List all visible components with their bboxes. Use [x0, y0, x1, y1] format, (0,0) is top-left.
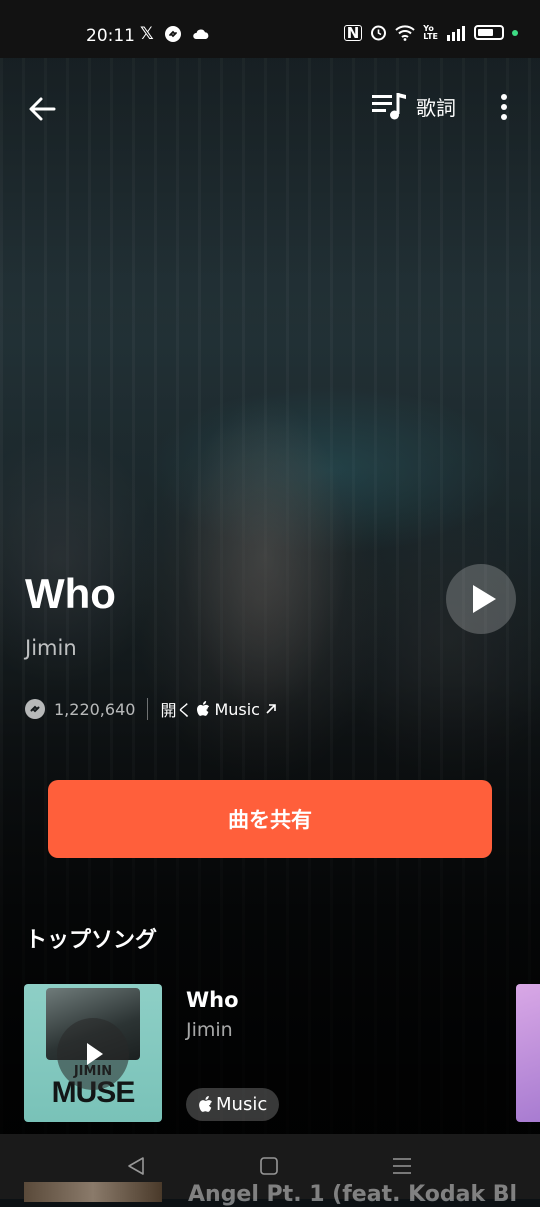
more-options-icon[interactable]	[492, 92, 516, 124]
apple-music-label: Music	[214, 699, 260, 719]
nfc-icon: N	[343, 24, 363, 41]
top-song-title[interactable]: Who	[186, 988, 239, 1012]
open-label: 開く	[160, 701, 193, 720]
top-songs-heading: トップソング	[25, 928, 158, 953]
status-bar: 20:11 𝕏 N Yo LTE	[0, 0, 540, 58]
lyrics-icon	[372, 93, 406, 120]
next-song-card[interactable]	[516, 984, 540, 1122]
song-title: Who	[25, 570, 116, 617]
open-in-apple-music-link[interactable]: 開く Music	[160, 697, 278, 721]
system-nav-bar: Angel Pt. 1 (feat. Kodak Bl	[0, 1134, 540, 1207]
meta-divider	[147, 698, 149, 720]
shazam-count: 1,220,640	[54, 699, 136, 719]
lyrics-button[interactable]: 歌詞	[370, 90, 456, 122]
album-play-button[interactable]	[57, 1018, 129, 1090]
signal-icon	[447, 25, 465, 41]
play-icon	[473, 585, 496, 613]
alarm-icon	[371, 25, 387, 41]
status-right-icons: N Yo LTE	[343, 23, 518, 41]
play-icon	[87, 1043, 103, 1065]
top-song-artist: Jimin	[186, 1019, 233, 1041]
play-button[interactable]	[446, 564, 516, 634]
cloud-icon	[192, 29, 209, 39]
song-meta-row: 1,220,640 開く Music	[24, 697, 278, 721]
apple-music-badge[interactable]: Music	[186, 1088, 280, 1121]
apple-music-badge-label: Music	[216, 1094, 268, 1115]
battery-icon	[474, 25, 504, 40]
lyrics-label: 歌詞	[416, 95, 456, 120]
external-link-icon	[266, 704, 276, 714]
status-time: 20:11	[86, 26, 135, 46]
next-album-art-peek	[24, 1182, 162, 1202]
nav-back-icon[interactable]	[122, 1154, 150, 1178]
wifi-icon	[395, 24, 415, 41]
back-arrow-icon[interactable]	[26, 92, 60, 126]
apple-logo-icon	[199, 1096, 212, 1112]
shazam-icon	[164, 26, 181, 42]
status-left-icons: 𝕏	[140, 24, 210, 44]
nav-recents-icon[interactable]	[388, 1154, 416, 1178]
apple-logo-icon	[197, 701, 210, 716]
shazam-icon	[25, 699, 45, 719]
privacy-indicator-dot	[512, 29, 518, 36]
album-art[interactable]: JIMIN MUSE	[24, 984, 162, 1122]
volte-icon: Yo LTE	[423, 23, 438, 41]
next-song-title-peek: Angel Pt. 1 (feat. Kodak Bl	[188, 1182, 518, 1207]
nav-home-icon[interactable]	[255, 1154, 283, 1178]
x-icon: 𝕏	[140, 24, 154, 44]
share-song-button[interactable]: 曲を共有	[48, 780, 492, 858]
song-artist[interactable]: Jimin	[25, 636, 77, 660]
